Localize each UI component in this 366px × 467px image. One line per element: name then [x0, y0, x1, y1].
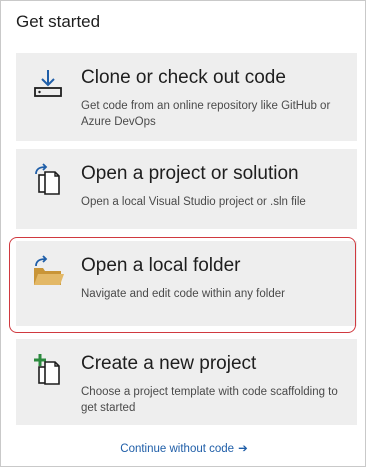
card-title: Open a project or solution — [81, 163, 299, 184]
open-project-button[interactable]: Open a project or solution Open a local … — [16, 149, 357, 229]
card-description: Navigate and edit code within any folder — [81, 288, 285, 300]
card-title: Clone or check out code — [81, 67, 286, 88]
arrow-right-icon: ➔ — [238, 443, 248, 455]
continue-label: Continue without code — [120, 443, 235, 455]
card-description: Open a local Visual Studio project or .s… — [81, 196, 306, 208]
page-title: Get started — [16, 12, 101, 31]
clone-code-button[interactable]: Clone or check out code Get code from an… — [16, 53, 357, 141]
card-title: Create a new project — [81, 353, 257, 374]
get-started-panel: Get started Clone or check out code Get … — [0, 0, 366, 467]
clone-download-icon — [31, 67, 65, 101]
new-project-icon — [31, 353, 65, 387]
card-description: Get code from an online repository like … — [81, 100, 331, 128]
create-project-button[interactable]: Create a new project Choose a project te… — [16, 339, 357, 425]
card-description: Choose a project template with code scaf… — [81, 386, 338, 414]
open-project-icon — [31, 163, 65, 197]
card-title: Open a local folder — [81, 255, 241, 276]
open-folder-icon — [31, 255, 65, 289]
open-folder-button[interactable]: Open a local folder Navigate and edit co… — [16, 241, 357, 326]
continue-without-code-link[interactable]: Continue without code ➔ — [1, 441, 366, 455]
